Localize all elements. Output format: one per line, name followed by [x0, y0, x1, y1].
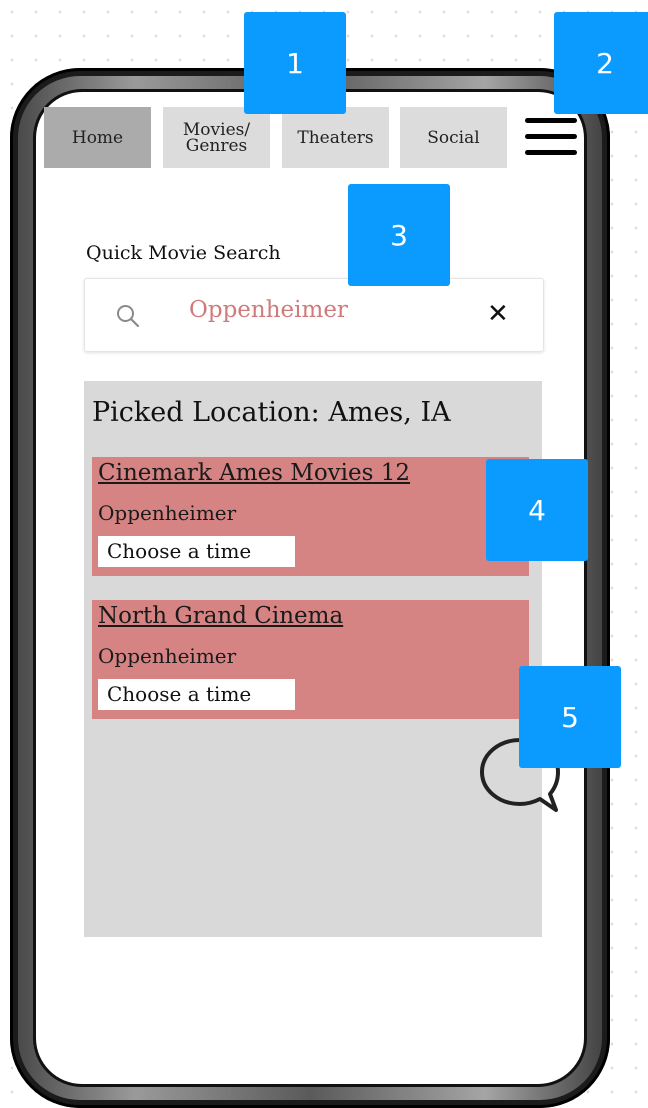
annotation-marker-3: 3: [348, 184, 450, 286]
theater-name-link[interactable]: North Grand Cinema: [98, 603, 343, 629]
search-label: Quick Movie Search: [86, 242, 281, 264]
nav-theaters-button[interactable]: Theaters: [282, 107, 389, 168]
clear-search-icon[interactable]: ✕: [487, 299, 509, 329]
annotation-marker-2: 2: [554, 12, 648, 114]
search-icon: [117, 305, 140, 328]
choose-time-button[interactable]: Choose a time: [98, 536, 295, 567]
nav-social-button[interactable]: Social: [400, 107, 507, 168]
nav-home-button[interactable]: Home: [44, 107, 151, 168]
picked-location: Picked Location: Ames, IA: [92, 397, 451, 428]
movie-title: Oppenheimer: [98, 501, 237, 525]
annotation-marker-5: 5: [519, 666, 621, 768]
theater-name-link[interactable]: Cinemark Ames Movies 12: [98, 460, 410, 486]
hamburger-icon[interactable]: [525, 118, 577, 158]
results-panel: Picked Location: Ames, IA Cinemark Ames …: [84, 381, 542, 937]
nav-movies-label-line2: Genres: [185, 135, 248, 156]
theater-card: Cinemark Ames Movies 12 Oppenheimer Choo…: [92, 457, 529, 576]
choose-time-button[interactable]: Choose a time: [98, 679, 295, 710]
search-value[interactable]: Oppenheimer: [189, 297, 348, 323]
nav-movies-genres-button[interactable]: Movies/ Genres: [163, 107, 270, 168]
search-input[interactable]: Oppenheimer ✕: [84, 278, 544, 352]
theater-card: North Grand Cinema Oppenheimer Choose a …: [92, 600, 529, 719]
annotation-marker-4: 4: [486, 459, 588, 561]
annotation-marker-1: 1: [244, 12, 346, 114]
movie-title: Oppenheimer: [98, 644, 237, 668]
